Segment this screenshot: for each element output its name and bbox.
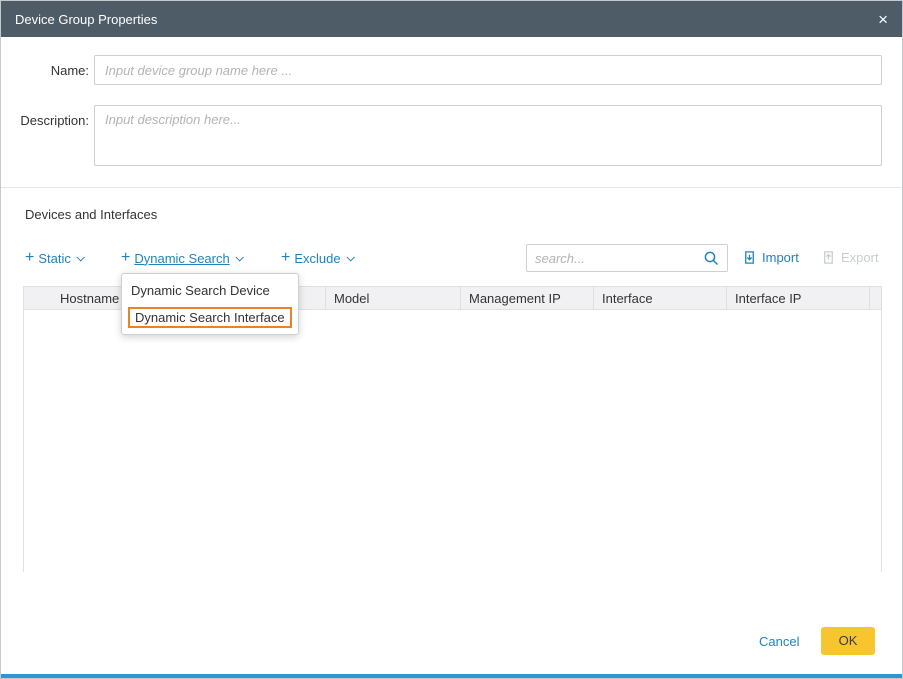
dropdown-item-dynamic-search-device[interactable]: Dynamic Search Device	[122, 277, 298, 304]
export-button[interactable]: Export	[821, 250, 879, 265]
column-header-interface[interactable]: Interface	[594, 287, 727, 309]
device-group-properties-dialog: Device Group Properties × Name: Descript…	[0, 0, 903, 679]
dialog-bottom-accent-bar	[1, 674, 902, 678]
chevron-down-icon	[76, 253, 84, 261]
dialog-titlebar: Device Group Properties ×	[1, 1, 902, 37]
dropdown-item-dynamic-search-interface[interactable]: Dynamic Search Interface	[122, 304, 298, 331]
dynamic-search-button-label: Dynamic Search	[134, 251, 229, 266]
column-header-management-ip[interactable]: Management IP	[461, 287, 594, 309]
import-button-label: Import	[762, 250, 799, 265]
dialog-title: Device Group Properties	[15, 12, 878, 27]
static-button-label: Static	[38, 251, 71, 266]
dynamic-search-button[interactable]: + Dynamic Search	[121, 250, 242, 266]
plus-icon: +	[25, 250, 34, 266]
table-body-empty	[24, 310, 881, 572]
static-button[interactable]: + Static	[25, 250, 83, 266]
exclude-button[interactable]: + Exclude	[281, 250, 353, 266]
import-icon	[742, 250, 757, 265]
form-divider	[1, 187, 902, 188]
plus-icon: +	[281, 250, 290, 266]
dropdown-item-label-highlighted: Dynamic Search Interface	[128, 307, 292, 328]
search-icon[interactable]	[703, 250, 719, 266]
export-icon	[821, 250, 836, 265]
chevron-down-icon	[235, 253, 243, 261]
chevron-down-icon	[346, 253, 354, 261]
dropdown-item-label: Dynamic Search Device	[128, 283, 270, 298]
cancel-button[interactable]: Cancel	[759, 634, 799, 649]
name-input[interactable]	[94, 55, 882, 85]
search-input[interactable]	[535, 251, 703, 266]
plus-icon: +	[121, 250, 130, 266]
column-header-spacer	[870, 287, 881, 309]
search-box	[526, 244, 728, 272]
name-label: Name:	[1, 63, 89, 78]
exclude-button-label: Exclude	[294, 251, 340, 266]
dynamic-search-dropdown: Dynamic Search Device Dynamic Search Int…	[121, 273, 299, 335]
close-icon[interactable]: ×	[878, 11, 888, 28]
description-label: Description:	[1, 113, 89, 128]
column-header-model[interactable]: Model	[326, 287, 461, 309]
import-button[interactable]: Import	[742, 250, 799, 265]
description-input[interactable]	[94, 105, 882, 166]
ok-button[interactable]: OK	[821, 627, 875, 655]
export-button-label: Export	[841, 250, 879, 265]
column-header-interface-ip[interactable]: Interface IP	[727, 287, 870, 309]
devices-interfaces-section-title: Devices and Interfaces	[25, 207, 157, 222]
